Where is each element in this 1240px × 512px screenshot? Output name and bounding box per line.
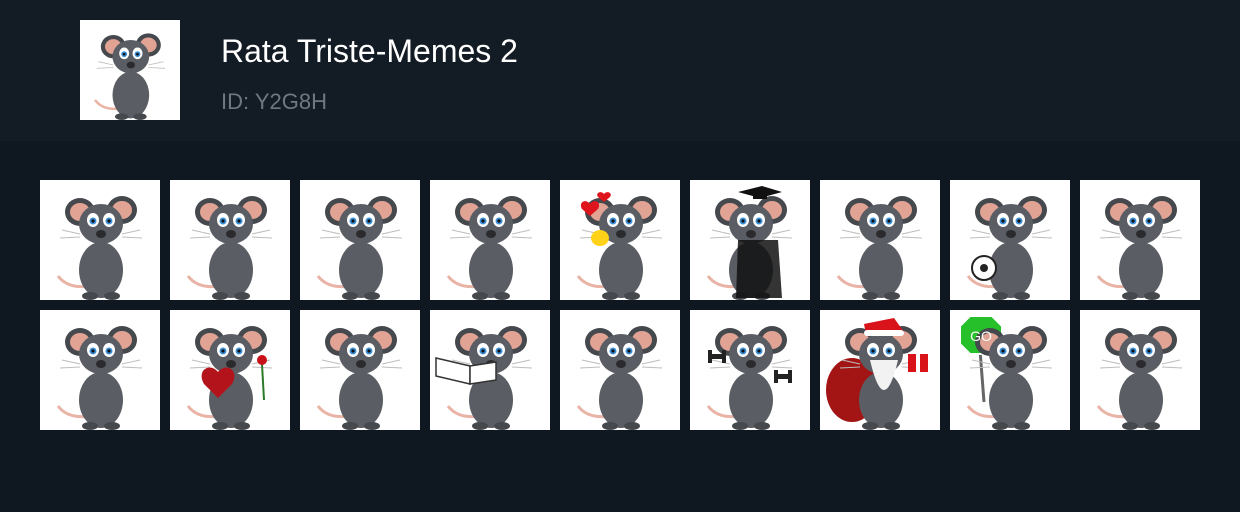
mouse-soccer-ball-icon bbox=[950, 180, 1070, 300]
sticker-tile[interactable] bbox=[820, 310, 940, 430]
pack-id: ID: Y2G8H bbox=[221, 89, 327, 114]
mouse-microphone-singing-icon bbox=[1080, 180, 1200, 300]
mouse-shocked-hands-on-face-icon bbox=[300, 310, 420, 430]
mouse-shocked-hands-on-face-icon bbox=[40, 310, 160, 430]
mouse-santa-gift-icon bbox=[820, 310, 940, 430]
pack-header: Rata Triste-Memes 2 ID: Y2G8H bbox=[0, 0, 1240, 141]
sticker-tile[interactable] bbox=[690, 310, 810, 430]
pack-title: Rata Triste-Memes 2 bbox=[221, 33, 518, 69]
sticker-tile[interactable]: GO bbox=[950, 310, 1070, 430]
mouse-sad-standing-icon bbox=[820, 180, 940, 300]
mouse-worried-holding-tail-icon bbox=[40, 180, 160, 300]
sticker-tile[interactable] bbox=[690, 180, 810, 300]
mouse-reading-book-icon bbox=[430, 310, 550, 430]
sticker-grid: GO bbox=[40, 180, 1200, 430]
sticker-tile[interactable] bbox=[1080, 180, 1200, 300]
mouse-crying-icon bbox=[1080, 310, 1200, 430]
mouse-hands-together-icon bbox=[560, 310, 680, 430]
mouse-face-mask-icon bbox=[170, 180, 290, 300]
sticker-tile[interactable] bbox=[40, 310, 160, 430]
sticker-tile[interactable] bbox=[820, 180, 940, 300]
mouse-go-sign-icon: GO bbox=[950, 310, 1070, 430]
mouse-in-love-hearts-icon bbox=[560, 180, 680, 300]
sticker-tile[interactable] bbox=[40, 180, 160, 300]
mouse-trophy-icon bbox=[430, 180, 550, 300]
mouse-graduate-icon bbox=[690, 180, 810, 300]
sticker-tile[interactable] bbox=[430, 310, 550, 430]
sticker-tile[interactable] bbox=[560, 310, 680, 430]
mouse-heart-box-rose-icon bbox=[170, 310, 290, 430]
sticker-tile[interactable] bbox=[430, 180, 550, 300]
sticker-tile[interactable] bbox=[300, 180, 420, 300]
sticker-tile[interactable] bbox=[300, 310, 420, 430]
sticker-tile[interactable] bbox=[560, 180, 680, 300]
sticker-tile[interactable] bbox=[950, 180, 1070, 300]
go-sign-label: GO bbox=[970, 328, 992, 344]
sticker-tile[interactable] bbox=[1080, 310, 1200, 430]
sticker-tile[interactable] bbox=[170, 180, 290, 300]
mouse-dumbbells-icon bbox=[690, 310, 810, 430]
mouse-cartoon-icon bbox=[80, 20, 180, 120]
mouse-tongue-out-waving-icon bbox=[300, 180, 420, 300]
sticker-tile[interactable] bbox=[170, 310, 290, 430]
pack-cover-image bbox=[80, 20, 180, 120]
